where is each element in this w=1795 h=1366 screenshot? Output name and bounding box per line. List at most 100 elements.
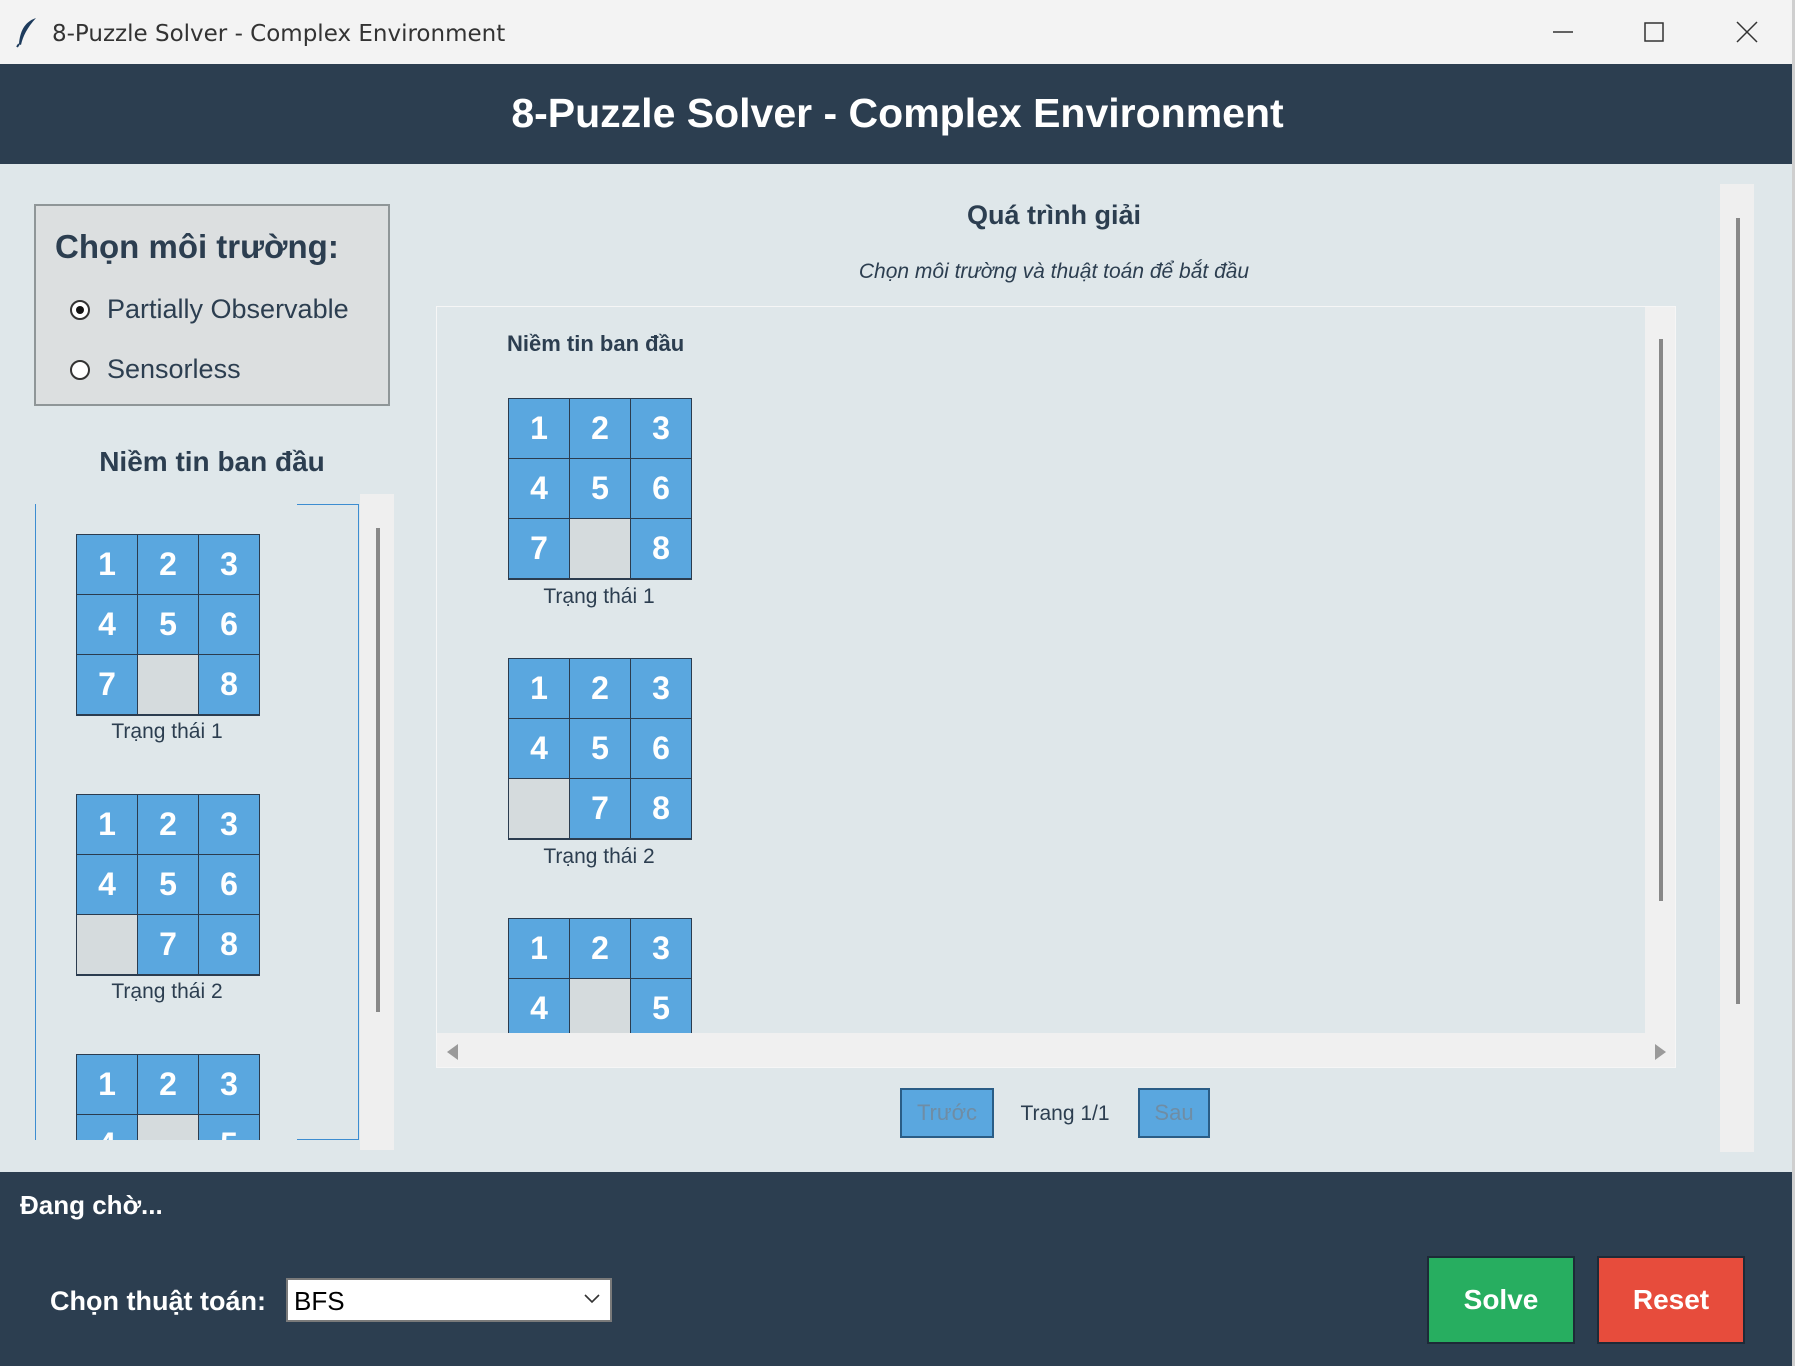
app-title: 8-Puzzle Solver - Complex Environment (511, 90, 1284, 136)
state-caption: Trạng thái 1 (543, 585, 655, 608)
panel-border (297, 504, 359, 505)
puzzle-board: 1 2 3 4 5 (76, 1054, 260, 1140)
puzzle-board: 1 2 3 4 5 6 7 8 (76, 794, 260, 976)
panel-border (297, 1139, 359, 1140)
puzzle-tile: 3 (199, 1055, 259, 1114)
puzzle-tile: 2 (138, 1055, 198, 1114)
state-caption: Trạng thái 1 (111, 720, 223, 743)
puzzle-tile: 3 (631, 399, 691, 458)
puzzle-tile: 3 (631, 659, 691, 718)
radio-sensorless[interactable]: Sensorless (70, 354, 241, 385)
chevron-down-icon (584, 1294, 600, 1304)
puzzle-tile-empty (570, 519, 630, 578)
puzzle-tile: 8 (199, 915, 259, 974)
scrollbar-thumb[interactable] (1736, 218, 1740, 1004)
window-title: 8-Puzzle Solver - Complex Environment (52, 21, 506, 47)
next-page-button[interactable]: Sau (1138, 1088, 1210, 1138)
minimize-icon (1553, 31, 1573, 33)
puzzle-tile: 7 (570, 779, 630, 838)
puzzle-tile: 3 (631, 919, 691, 978)
close-icon (1736, 21, 1758, 43)
app-header: 8-Puzzle Solver - Complex Environment (0, 64, 1795, 164)
puzzle-tile: 5 (199, 1115, 259, 1140)
scroll-right-arrow-icon[interactable] (1655, 1044, 1666, 1060)
app-window: 8-Puzzle Solver - Complex Environment 8-… (0, 0, 1795, 1366)
scroll-left-arrow-icon[interactable] (447, 1044, 458, 1060)
puzzle-tile: 5 (570, 719, 630, 778)
radio-partially-observable[interactable]: Partially Observable (70, 294, 349, 325)
footer-bar: Đang chờ... Chọn thuật toán: BFS Solve R… (0, 1172, 1795, 1366)
initial-belief-panel: 1 2 3 4 5 6 7 8 Trạng thái 1 1 2 3 4 5 6… (35, 504, 359, 1140)
puzzle-board: 1 2 3 4 5 6 7 8 (508, 658, 692, 840)
puzzle-tile: 7 (77, 655, 137, 714)
maximize-icon (1644, 22, 1664, 42)
title-bar: 8-Puzzle Solver - Complex Environment (0, 0, 1795, 65)
puzzle-tile: 6 (199, 855, 259, 914)
puzzle-tile: 4 (77, 1115, 137, 1140)
puzzle-tile-empty (509, 779, 569, 838)
close-button[interactable] (1717, 12, 1777, 52)
initial-belief-title: Niềm tin ban đầu (99, 446, 325, 477)
solution-panel-title: Niềm tin ban đầu (507, 331, 685, 356)
environment-title: Chọn môi trường: (55, 228, 339, 265)
puzzle-tile: 4 (509, 719, 569, 778)
puzzle-tile: 1 (77, 535, 137, 594)
reset-button[interactable]: Reset (1597, 1256, 1745, 1344)
solution-vertical-scrollbar[interactable] (1645, 307, 1675, 1033)
puzzle-tile-empty (77, 915, 137, 974)
puzzle-tile: 5 (631, 979, 691, 1038)
algorithm-label: Chọn thuật toán: (50, 1286, 266, 1316)
puzzle-tile: 4 (509, 979, 569, 1038)
puzzle-tile: 2 (138, 535, 198, 594)
puzzle-tile: 5 (138, 595, 198, 654)
puzzle-tile: 5 (570, 459, 630, 518)
puzzle-tile: 1 (77, 795, 137, 854)
solve-button[interactable]: Solve (1427, 1256, 1575, 1344)
main-vertical-scrollbar[interactable] (1720, 184, 1754, 1152)
page-indicator: Trang 1/1 (1020, 1102, 1110, 1125)
puzzle-tile: 4 (509, 459, 569, 518)
puzzle-tile: 2 (570, 659, 630, 718)
radio-indicator[interactable] (70, 299, 90, 320)
puzzle-tile: 1 (77, 1055, 137, 1114)
puzzle-tile: 7 (509, 519, 569, 578)
puzzle-tile: 1 (509, 659, 569, 718)
puzzle-tile: 2 (570, 399, 630, 458)
state-caption: Trạng thái 2 (543, 845, 655, 868)
puzzle-tile-empty (138, 655, 198, 714)
radio-label: Sensorless (107, 354, 241, 384)
maximize-button[interactable] (1624, 12, 1684, 52)
puzzle-tile: 5 (138, 855, 198, 914)
puzzle-tile: 8 (199, 655, 259, 714)
radio-indicator[interactable] (70, 359, 90, 380)
puzzle-tile: 3 (199, 795, 259, 854)
puzzle-board: 1 2 3 4 5 6 7 8 (76, 534, 260, 716)
puzzle-tile: 3 (199, 535, 259, 594)
scrollbar-thumb[interactable] (376, 528, 380, 1012)
solution-horizontal-scrollbar[interactable] (437, 1033, 1675, 1067)
puzzle-tile: 8 (631, 779, 691, 838)
radio-label: Partially Observable (107, 294, 349, 324)
puzzle-tile: 4 (77, 855, 137, 914)
feather-app-icon (14, 16, 40, 48)
puzzle-tile: 2 (570, 919, 630, 978)
puzzle-tile: 6 (199, 595, 259, 654)
solution-subtitle: Chọn môi trường và thuật toán để bắt đầu (858, 260, 1250, 283)
algorithm-select[interactable]: BFS (286, 1278, 612, 1322)
solution-title: Quá trình giải (966, 200, 1141, 230)
puzzle-tile: 6 (631, 719, 691, 778)
initial-belief-scrollbar[interactable] (360, 494, 394, 1150)
puzzle-tile-empty (138, 1115, 198, 1140)
prev-page-button[interactable]: Trước (900, 1088, 994, 1138)
minimize-button[interactable] (1533, 12, 1593, 52)
puzzle-tile: 7 (138, 915, 198, 974)
panel-border (358, 504, 359, 1140)
puzzle-tile: 1 (509, 399, 569, 458)
puzzle-board: 1 2 3 4 5 6 7 8 (508, 398, 692, 580)
environment-selector: Chọn môi trường: Partially Observable Se… (34, 204, 390, 406)
puzzle-tile: 1 (509, 919, 569, 978)
state-caption: Trạng thái 2 (111, 980, 223, 1003)
scrollbar-thumb[interactable] (1659, 339, 1663, 901)
algorithm-select-value: BFS (294, 1286, 345, 1316)
puzzle-tile: 8 (631, 519, 691, 578)
